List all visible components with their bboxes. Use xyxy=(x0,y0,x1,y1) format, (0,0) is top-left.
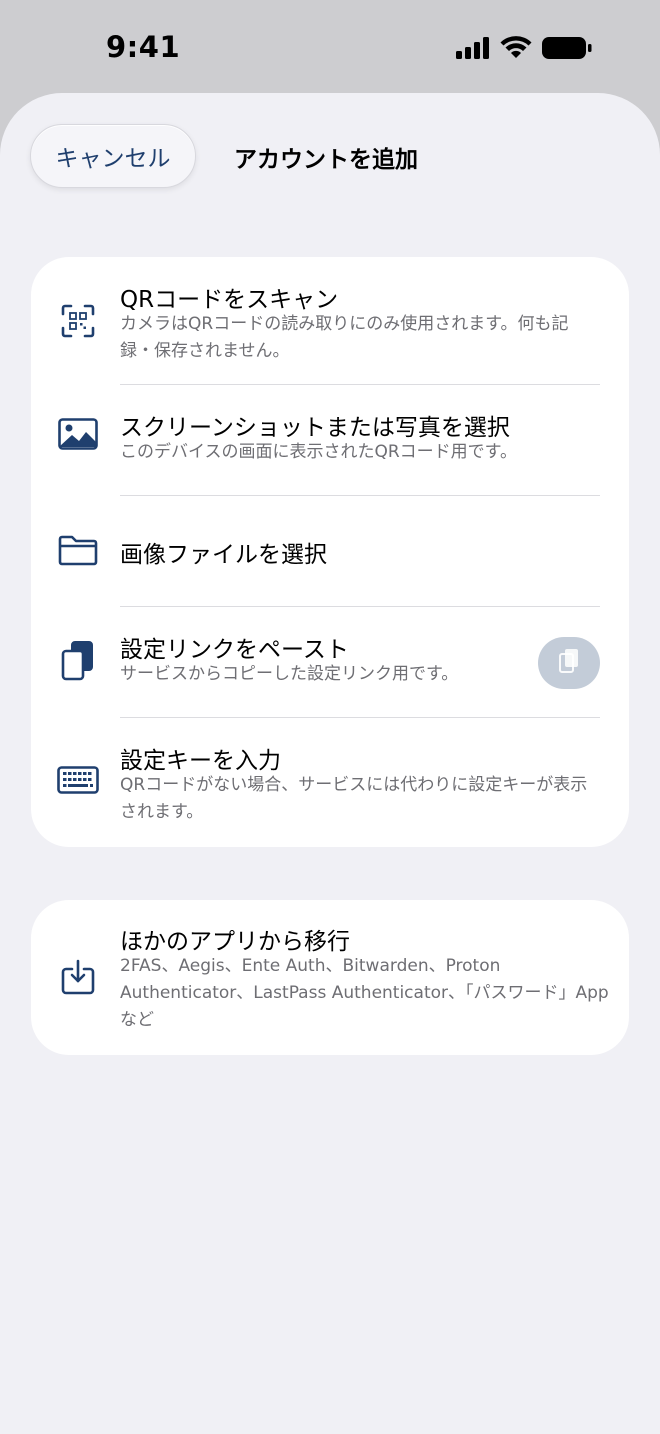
option-title: QRコードをスキャン xyxy=(120,287,339,313)
option-title: スクリーンショットまたは写真を選択 xyxy=(120,415,510,441)
migrate-title: ほかのアプリから移行 xyxy=(120,929,350,955)
option-subtitle: サービスからコピーした設定リンク用です。 xyxy=(120,664,459,684)
battery-icon xyxy=(542,36,592,64)
status-bar: 9:41 xyxy=(0,0,660,92)
option-title: 画像ファイルを選択 xyxy=(120,542,327,568)
option-paste-link[interactable]: 設定リンクをペースト サービスからコピーした設定リンク用です。 xyxy=(31,607,629,718)
option-select-photo[interactable]: スクリーンショットまたは写真を選択 このデバイスの画面に表示されたQRコード用で… xyxy=(31,385,629,495)
sheet-title: アカウントを追加 xyxy=(234,147,418,173)
option-scan-qr[interactable]: QRコードをスキャン カメラはQRコードの読み取りにのみ使用されます。何も記録・… xyxy=(31,257,629,384)
option-subtitle: カメラはQRコードの読み取りにのみ使用されます。何も記録・保存されません。 xyxy=(120,314,569,361)
option-subtitle: このデバイスの画面に表示されたQRコード用です。 xyxy=(120,442,517,462)
add-account-sheet: キャンセル アカウントを追加 QRコードをスキャン カメラはQRコードの読み取り… xyxy=(0,93,660,1434)
cellular-signal-icon xyxy=(456,37,490,63)
status-time: 9:41 xyxy=(106,30,181,64)
option-select-image-file[interactable]: 画像ファイルを選択 xyxy=(31,496,629,606)
wifi-icon xyxy=(500,36,532,64)
import-icon xyxy=(57,956,99,998)
status-icons xyxy=(456,36,592,64)
migrate-subtitle: 2FAS、Aegis、Ente Auth、Bitwarden、Proton Au… xyxy=(120,956,609,1030)
migrate-card[interactable]: ほかのアプリから移行 2FAS、Aegis、Ente Auth、Bitwarde… xyxy=(31,900,629,1055)
option-title: 設定リンクをペースト xyxy=(120,637,349,663)
option-subtitle: QRコードがない場合、サービスには代わりに設定キーが表示されます。 xyxy=(120,775,588,822)
qr-code-scan-icon xyxy=(57,300,99,342)
clipboard-icon xyxy=(558,648,580,678)
option-enter-setup-key[interactable]: 設定キーを入力 QRコードがない場合、サービスには代わりに設定キーが表示されます… xyxy=(31,718,629,847)
cancel-button[interactable]: キャンセル xyxy=(30,124,196,188)
paste-icon xyxy=(57,640,99,682)
folder-icon xyxy=(57,529,99,571)
paste-button[interactable] xyxy=(538,637,600,689)
photo-icon xyxy=(57,413,99,455)
keyboard-icon xyxy=(57,759,99,801)
add-options-card: QRコードをスキャン カメラはQRコードの読み取りにのみ使用されます。何も記録・… xyxy=(31,257,629,847)
option-title: 設定キーを入力 xyxy=(120,748,281,774)
